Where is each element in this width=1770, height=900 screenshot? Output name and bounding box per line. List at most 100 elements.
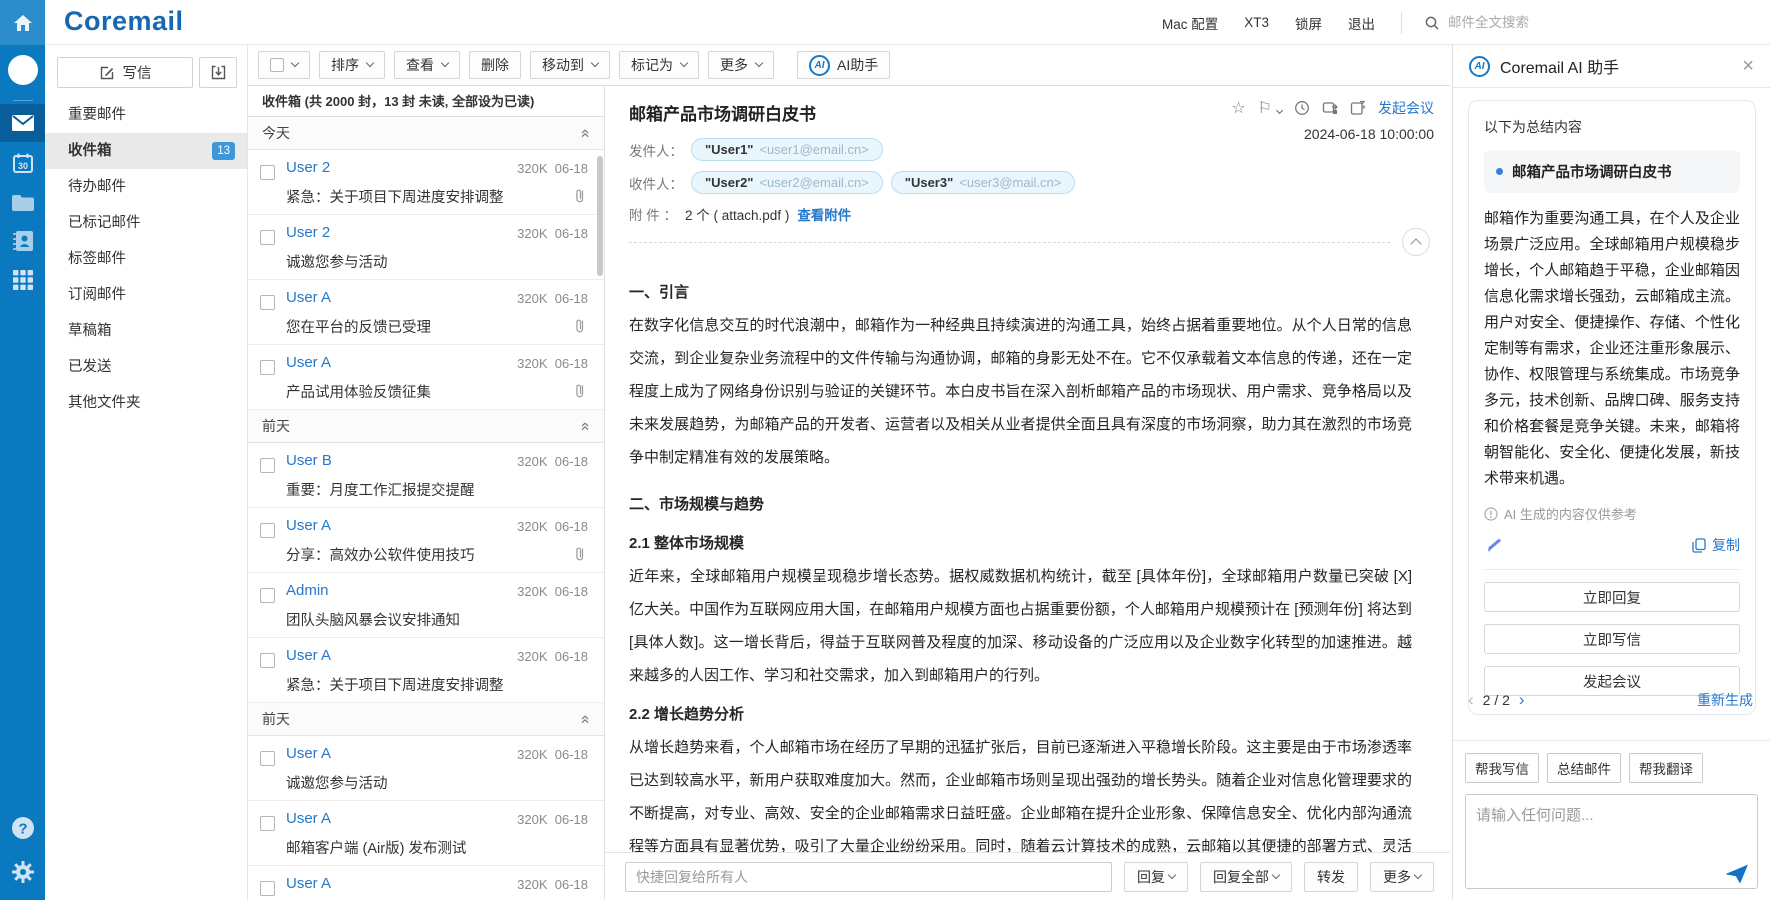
row-checkbox[interactable] xyxy=(260,751,275,766)
folder-list: 重要邮件 收件箱13 待办邮件 已标记邮件 标签邮件 订阅邮件 草稿箱 已发送 … xyxy=(45,97,247,421)
collapse-group-icon[interactable]: « xyxy=(569,129,602,138)
group-header-today: 今天« xyxy=(248,117,604,150)
delete-button[interactable]: 删除 xyxy=(469,51,521,79)
search-input[interactable] xyxy=(1448,15,1558,30)
rail-bottom: ? xyxy=(0,802,45,890)
more-button[interactable]: 更多 xyxy=(708,51,774,79)
new-window-icon[interactable] xyxy=(1350,100,1366,116)
view-attachments-link[interactable]: 查看附件 xyxy=(797,204,851,224)
select-all-button[interactable] xyxy=(258,51,310,79)
mail-row[interactable]: Admin 320K 06-18 团队头脑风暴会议安排通知 xyxy=(248,573,604,638)
row-checkbox[interactable] xyxy=(260,653,275,668)
prev-page-icon[interactable]: ‹ xyxy=(1468,690,1474,710)
recipient-pill[interactable]: "User2"<user2@email.cn> xyxy=(691,171,883,194)
top-bar: Coremail Mac 配置 XT3 锁屏 退出 xyxy=(0,0,1770,45)
folder-other[interactable]: 其他文件夹 xyxy=(45,385,247,421)
regenerate-link[interactable]: 重新生成 xyxy=(1697,690,1753,710)
apps-grid-icon[interactable] xyxy=(0,262,45,298)
next-page-icon[interactable]: › xyxy=(1519,690,1525,710)
mail-row[interactable]: User A 320K 06-18 xyxy=(248,866,604,900)
collapse-header-button[interactable] xyxy=(1402,228,1430,256)
help-icon[interactable]: ? xyxy=(0,810,45,846)
select-all-checkbox[interactable] xyxy=(270,58,284,72)
mail-row[interactable]: User A 320K 06-18 分享：高效办公软件使用技巧 xyxy=(248,508,604,573)
move-to-button[interactable]: 移动到 xyxy=(530,51,610,79)
collapse-group-icon[interactable]: « xyxy=(569,422,602,431)
chip-translate[interactable]: 帮我翻译 xyxy=(1629,753,1703,783)
avatar[interactable] xyxy=(8,55,38,85)
mark-as-button[interactable]: 标记为 xyxy=(619,51,699,79)
ai-summary-label: 以下为总结内容 xyxy=(1484,117,1740,137)
copy-button[interactable]: 复制 xyxy=(1692,535,1740,555)
folder-drafts[interactable]: 草稿箱 xyxy=(45,313,247,349)
attachment-info: 2 个 ( attach.pdf ) xyxy=(685,204,789,224)
row-checkbox[interactable] xyxy=(260,360,275,375)
sender-pill[interactable]: "User1"<user1@email.cn> xyxy=(691,138,883,161)
chevron-down-icon xyxy=(680,59,688,67)
compose-button[interactable]: 写信 xyxy=(57,57,193,88)
mail-row[interactable]: User A 320K 06-18 您在平台的反馈已受理 xyxy=(248,280,604,345)
star-icon[interactable]: ☆ xyxy=(1231,98,1245,118)
reply-all-button[interactable]: 回复全部 xyxy=(1200,862,1292,892)
row-checkbox[interactable] xyxy=(260,165,275,180)
collapse-group-icon[interactable]: « xyxy=(569,715,602,724)
chevron-down-icon xyxy=(366,59,374,67)
folder-subscriptions[interactable]: 订阅邮件 xyxy=(45,277,247,313)
chip-summarize[interactable]: 总结邮件 xyxy=(1547,753,1621,783)
ai-assistant-button[interactable]: AIAI助手 xyxy=(797,51,890,79)
mail-row[interactable]: User A 320K 06-18 诚邀您参与活动 xyxy=(248,736,604,801)
schedule-clock-icon[interactable] xyxy=(1294,100,1310,116)
folder-inbox[interactable]: 收件箱13 xyxy=(45,133,247,169)
close-icon[interactable]: × xyxy=(1742,56,1754,76)
magic-wand-icon[interactable] xyxy=(1484,535,1504,555)
flag-icon[interactable]: ⚐ xyxy=(1258,98,1282,118)
row-checkbox[interactable] xyxy=(260,523,275,538)
sort-button[interactable]: 排序 xyxy=(319,51,385,79)
menu-xt3[interactable]: XT3 xyxy=(1244,15,1269,30)
row-checkbox[interactable] xyxy=(260,458,275,473)
folder-tagged[interactable]: 标签邮件 xyxy=(45,241,247,277)
row-checkbox[interactable] xyxy=(260,295,275,310)
row-checkbox[interactable] xyxy=(260,230,275,245)
folder-icon[interactable] xyxy=(0,184,45,220)
start-meeting-link[interactable]: 发起会议 xyxy=(1378,98,1434,118)
home-icon[interactable] xyxy=(0,0,45,45)
menu-lock-screen[interactable]: 锁屏 xyxy=(1295,13,1322,33)
folder-sent[interactable]: 已发送 xyxy=(45,349,247,385)
contacts-icon[interactable] xyxy=(0,223,45,259)
coremail-logo: Coremail xyxy=(64,6,184,37)
reply-button[interactable]: 回复 xyxy=(1124,862,1188,892)
mail-row[interactable]: User A 320K 06-18 紧急：关于项目下周进度安排调整 xyxy=(248,638,604,703)
calendar-icon[interactable]: 30 xyxy=(0,145,45,181)
chip-help-write[interactable]: 帮我写信 xyxy=(1465,753,1539,783)
forward-to-chat-icon[interactable] xyxy=(1322,100,1338,116)
mail-row[interactable]: User A 320K 06-18 邮箱客户端 (Air版) 发布测试 xyxy=(248,801,604,866)
ai-question-input[interactable] xyxy=(1465,794,1758,889)
folder-important[interactable]: 重要邮件 xyxy=(45,97,247,133)
mail-row[interactable]: User B 320K 06-18 重要：月度工作汇报提交提醒 xyxy=(248,443,604,508)
menu-logout[interactable]: 退出 xyxy=(1348,13,1375,33)
folder-flagged[interactable]: 已标记邮件 xyxy=(45,205,247,241)
forward-button[interactable]: 转发 xyxy=(1304,862,1358,892)
row-checkbox[interactable] xyxy=(260,588,275,603)
mail-icon[interactable] xyxy=(0,104,45,142)
list-scrollbar[interactable] xyxy=(597,156,603,276)
menu-mac-config[interactable]: Mac 配置 xyxy=(1162,13,1218,33)
view-button[interactable]: 查看 xyxy=(394,51,460,79)
settings-gear-icon[interactable] xyxy=(0,854,45,890)
mail-row[interactable]: User 2 320K 06-18 诚邀您参与活动 xyxy=(248,215,604,280)
reply-now-button[interactable]: 立即回复 xyxy=(1484,582,1740,612)
quick-reply-input[interactable] xyxy=(625,862,1112,892)
global-search xyxy=(1401,12,1558,34)
send-icon[interactable] xyxy=(1726,864,1748,884)
row-checkbox[interactable] xyxy=(260,816,275,831)
row-checkbox[interactable] xyxy=(260,881,275,896)
body-subheading: 2.2 增长趋势分析 xyxy=(629,698,1412,731)
folder-todo[interactable]: 待办邮件 xyxy=(45,169,247,205)
mail-row[interactable]: User 2 320K 06-18 紧急：关于项目下周进度安排调整 xyxy=(248,150,604,215)
import-mail-button[interactable] xyxy=(199,57,237,88)
mail-row[interactable]: User A 320K 06-18 产品试用体验反馈征集 xyxy=(248,345,604,410)
more-reply-button[interactable]: 更多 xyxy=(1370,862,1434,892)
write-now-button[interactable]: 立即写信 xyxy=(1484,624,1740,654)
recipient-pill[interactable]: "User3"<user3@mail.cn> xyxy=(891,171,1076,194)
